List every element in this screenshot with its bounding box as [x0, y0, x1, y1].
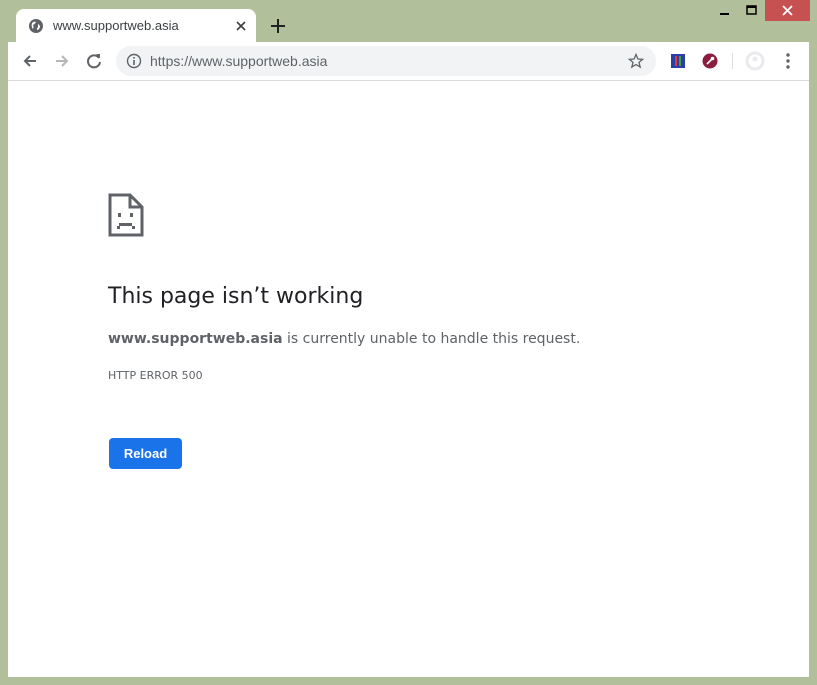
close-tab-icon[interactable]: [233, 18, 249, 34]
extension-icon[interactable]: [670, 53, 686, 69]
maximize-icon[interactable]: [745, 4, 759, 18]
reload-button[interactable]: Reload: [109, 438, 182, 469]
address-bar[interactable]: https://www.supportweb.asia: [116, 46, 656, 76]
tab-title: www.supportweb.asia: [53, 18, 179, 33]
info-icon[interactable]: [126, 53, 142, 69]
error-description: www.supportweb.asia is currently unable …: [108, 331, 580, 347]
browser-toolbar: https://www.supportweb.asia: [8, 42, 809, 81]
profile-icon[interactable]: [745, 51, 765, 71]
browser-tab[interactable]: www.supportweb.asia: [16, 9, 256, 43]
minimize-icon[interactable]: [718, 4, 732, 18]
extension-icon[interactable]: [702, 53, 718, 69]
globe-icon: [29, 19, 43, 33]
url-text[interactable]: https://www.supportweb.asia: [150, 53, 327, 69]
page-content: This page isn’t working www.supportweb.a…: [8, 81, 809, 677]
menu-icon[interactable]: [783, 52, 793, 70]
browser-window: www.supportweb.asia https://www.supportw…: [0, 0, 817, 685]
forward-arrow-icon[interactable]: [52, 51, 72, 71]
close-icon: [782, 5, 793, 16]
star-icon[interactable]: [628, 53, 644, 69]
close-window-button[interactable]: [765, 0, 810, 21]
reload-icon[interactable]: [84, 51, 104, 71]
new-tab-icon[interactable]: [268, 16, 288, 36]
error-code: HTTP ERROR 500: [108, 369, 203, 382]
error-message: is currently unable to handle this reque…: [282, 331, 581, 347]
back-arrow-icon[interactable]: [20, 51, 40, 71]
error-domain: www.supportweb.asia: [108, 331, 283, 347]
error-title: This page isn’t working: [108, 284, 364, 309]
toolbar-separator: [732, 53, 733, 69]
sad-page-icon: [108, 193, 144, 237]
